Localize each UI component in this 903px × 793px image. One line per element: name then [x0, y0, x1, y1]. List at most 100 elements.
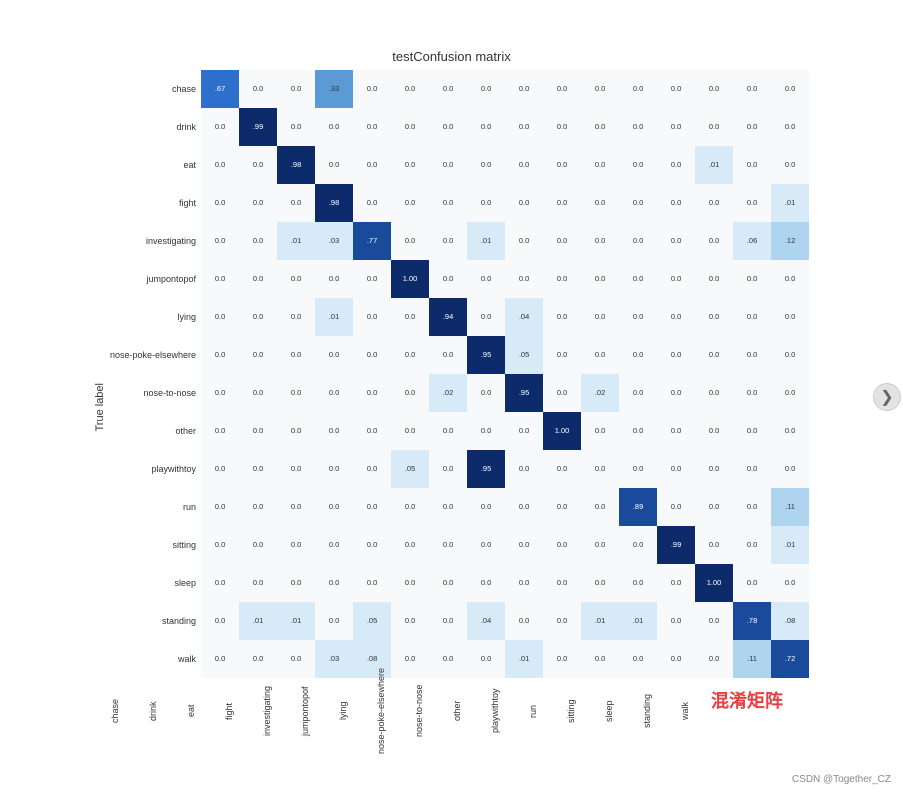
- matrix-cell: 0.0: [695, 70, 733, 108]
- matrix-cell: 1.00: [543, 412, 581, 450]
- matrix-cell: 0.0: [467, 488, 505, 526]
- nav-arrow[interactable]: ❯: [873, 383, 901, 411]
- matrix-cell: 0.0: [695, 222, 733, 260]
- matrix-cell: 0.0: [657, 450, 695, 488]
- matrix-cell: 0.0: [353, 412, 391, 450]
- matrix-cell: 0.0: [429, 222, 467, 260]
- matrix-cell: 0.0: [695, 260, 733, 298]
- matrix-cell: .01: [239, 602, 277, 640]
- matrix-cell: 0.0: [543, 146, 581, 184]
- matrix-cell: 0.0: [695, 108, 733, 146]
- x-label: sleep: [604, 680, 642, 745]
- matrix-cell: .01: [277, 602, 315, 640]
- matrix-cell: 0.0: [467, 526, 505, 564]
- matrix-cell: 0.0: [505, 222, 543, 260]
- x-label: sitting: [566, 680, 604, 745]
- matrix-cell: 0.0: [657, 146, 695, 184]
- matrix-cell: 0.0: [239, 412, 277, 450]
- matrix-cell: 0.0: [201, 260, 239, 298]
- matrix-cell: 0.0: [353, 564, 391, 602]
- matrix-cell: .01: [695, 146, 733, 184]
- matrix-row: 0.00.00.00.00.00.0.020.0.950.0.020.00.00…: [201, 374, 809, 412]
- matrix-cell: .03: [315, 222, 353, 260]
- matrix-cell: 0.0: [733, 108, 771, 146]
- matrix-cell: 0.0: [771, 298, 809, 336]
- matrix-cell: 0.0: [581, 108, 619, 146]
- matrix-cell: 0.0: [733, 488, 771, 526]
- matrix-cell: 0.0: [619, 222, 657, 260]
- matrix-cell: .01: [277, 222, 315, 260]
- matrix-cell: 0.0: [505, 526, 543, 564]
- matrix-cell: .95: [467, 336, 505, 374]
- matrix-cell: 0.0: [353, 108, 391, 146]
- matrix-cell: 0.0: [277, 336, 315, 374]
- matrix-cell: .12: [771, 222, 809, 260]
- matrix-cell: 0.0: [733, 450, 771, 488]
- matrix-cell: 0.0: [201, 298, 239, 336]
- matrix-cell: 0.0: [467, 260, 505, 298]
- matrix-cell: 0.0: [239, 298, 277, 336]
- matrix-cell: 0.0: [733, 70, 771, 108]
- matrix-cell: 0.0: [543, 526, 581, 564]
- matrix-cell: 0.0: [429, 108, 467, 146]
- y-label: investigating: [110, 222, 199, 260]
- matrix-cell: 0.0: [619, 374, 657, 412]
- matrix-cell: 0.0: [695, 412, 733, 450]
- matrix-cell: 0.0: [391, 222, 429, 260]
- matrix-cell: 0.0: [467, 70, 505, 108]
- matrix-cell: .78: [733, 602, 771, 640]
- matrix-cell: 0.0: [315, 260, 353, 298]
- matrix-cell: 0.0: [239, 374, 277, 412]
- matrix-cell: 0.0: [315, 602, 353, 640]
- chart-title: testConfusion matrix: [392, 49, 511, 64]
- matrix-cell: 0.0: [391, 602, 429, 640]
- footer-text: CSDN @Together_CZ: [792, 774, 891, 785]
- matrix-cell: .02: [429, 374, 467, 412]
- matrix-cell: 0.0: [391, 564, 429, 602]
- matrix-cell: 0.0: [657, 108, 695, 146]
- matrix-cell: 0.0: [467, 374, 505, 412]
- y-label: walk: [110, 640, 199, 678]
- matrix-cell: 0.0: [695, 640, 733, 678]
- matrix-cell: 0.0: [581, 336, 619, 374]
- matrix-cell: 0.0: [581, 526, 619, 564]
- matrix-cell: .01: [771, 184, 809, 222]
- matrix-cell: 0.0: [391, 298, 429, 336]
- matrix-cell: 0.0: [201, 108, 239, 146]
- matrix-row: 0.00.00.0.010.00.0.940.0.040.00.00.00.00…: [201, 298, 809, 336]
- matrix-cell: .95: [467, 450, 505, 488]
- matrix-cell: 0.0: [353, 260, 391, 298]
- matrix-cell: 0.0: [581, 640, 619, 678]
- matrix-cell: 0.0: [543, 488, 581, 526]
- matrix-cell: 0.0: [657, 184, 695, 222]
- matrix-cell: 0.0: [619, 564, 657, 602]
- matrix-cell: 0.0: [239, 640, 277, 678]
- matrix-cell: .03: [315, 640, 353, 678]
- matrix-cell: 0.0: [353, 146, 391, 184]
- matrix-cell: 0.0: [467, 640, 505, 678]
- matrix-cell: 0.0: [277, 450, 315, 488]
- matrix-cell: 0.0: [543, 108, 581, 146]
- matrix-cell: 0.0: [771, 260, 809, 298]
- matrix-cell: 0.0: [733, 374, 771, 412]
- matrix-cell: .04: [467, 602, 505, 640]
- matrix-cell: 0.0: [733, 184, 771, 222]
- matrix-cell: .01: [467, 222, 505, 260]
- matrix-cell: 0.0: [277, 298, 315, 336]
- matrix-cell: 0.0: [353, 374, 391, 412]
- matrix-cell: 0.0: [201, 184, 239, 222]
- matrix-cell: 0.0: [391, 336, 429, 374]
- y-label: jumpontopof: [110, 260, 199, 298]
- x-label: standing: [642, 680, 680, 745]
- matrix-cell: 0.0: [695, 450, 733, 488]
- matrix-cell: 0.0: [733, 412, 771, 450]
- matrix-cell: 0.0: [657, 70, 695, 108]
- x-label: jumpontopof: [300, 680, 338, 745]
- matrix-cell: 0.0: [277, 374, 315, 412]
- matrix-cell: 0.0: [315, 526, 353, 564]
- matrix-cell: 0.0: [695, 488, 733, 526]
- matrix-cell: 0.0: [657, 488, 695, 526]
- matrix-cell: .05: [505, 336, 543, 374]
- matrix-cell: 0.0: [543, 70, 581, 108]
- matrix-cell: .98: [277, 146, 315, 184]
